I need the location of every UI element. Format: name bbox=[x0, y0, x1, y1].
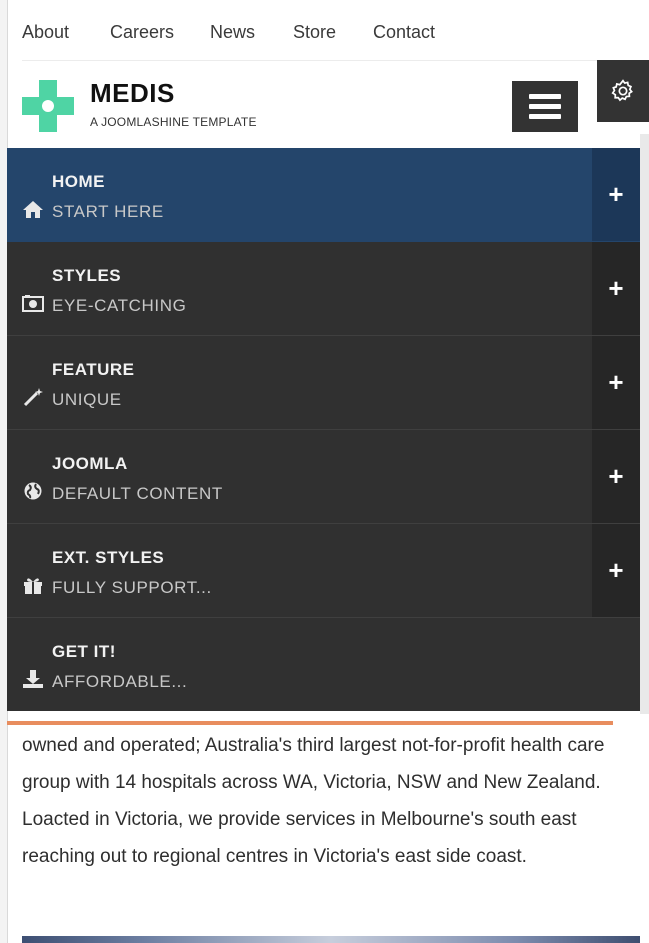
menu-item-get-it[interactable]: GET IT! AFFORDABLE... bbox=[7, 618, 640, 711]
expand-button[interactable]: + bbox=[592, 336, 640, 429]
top-navigation: About Careers News Store Contact bbox=[22, 0, 627, 61]
medical-cross-logo-icon bbox=[22, 80, 74, 132]
brand-name: MEDIS bbox=[90, 78, 175, 108]
banner-image bbox=[22, 936, 640, 943]
menu-item-home[interactable]: HOME START HERE + bbox=[7, 148, 640, 242]
menu-item-title: GET IT! bbox=[52, 642, 116, 661]
brand-tagline: A JOOMLASHINE TEMPLATE bbox=[90, 115, 257, 129]
expand-button[interactable]: + bbox=[592, 148, 640, 241]
nav-link-careers[interactable]: Careers bbox=[110, 22, 174, 43]
menu-item-ext-styles[interactable]: EXT. STYLES FULLY SUPPORT... + bbox=[7, 524, 640, 618]
menu-toggle-button[interactable] bbox=[512, 81, 578, 132]
menu-item-subtitle: DEFAULT CONTENT bbox=[52, 484, 223, 503]
menu-item-title: FEATURE bbox=[52, 360, 135, 379]
menu-item-subtitle: EYE-CATCHING bbox=[52, 296, 187, 315]
menu-item-subtitle: FULLY SUPPORT... bbox=[52, 578, 212, 597]
gear-icon bbox=[611, 79, 633, 102]
hamburger-icon bbox=[529, 94, 561, 99]
nav-link-store[interactable]: Store bbox=[293, 22, 336, 43]
expand-button[interactable]: + bbox=[592, 430, 640, 523]
globe-icon bbox=[24, 482, 42, 500]
home-icon bbox=[23, 201, 43, 218]
menu-item-subtitle: AFFORDABLE... bbox=[52, 672, 188, 691]
nav-link-news[interactable]: News bbox=[210, 22, 255, 43]
mobile-menu: HOME START HERE + STYLES EYE-CATCHING + … bbox=[7, 148, 640, 711]
menu-item-styles[interactable]: STYLES EYE-CATCHING + bbox=[7, 242, 640, 336]
menu-item-subtitle: START HERE bbox=[52, 202, 164, 221]
body-paragraph: owned and operated; Australia's third la… bbox=[22, 735, 605, 867]
menu-item-title: EXT. STYLES bbox=[52, 548, 165, 567]
menu-item-title: HOME bbox=[52, 172, 105, 191]
menu-item-title: STYLES bbox=[52, 266, 122, 285]
menu-item-title: JOOMLA bbox=[52, 454, 128, 473]
logo[interactable] bbox=[22, 80, 74, 132]
accent-divider bbox=[7, 721, 613, 725]
expand-button[interactable]: + bbox=[592, 524, 640, 617]
menu-item-subtitle: UNIQUE bbox=[52, 390, 122, 409]
expand-button[interactable]: + bbox=[592, 242, 640, 335]
scrollbar[interactable] bbox=[640, 134, 649, 714]
download-icon bbox=[23, 670, 43, 688]
magic-wand-icon bbox=[23, 388, 43, 407]
menu-item-feature[interactable]: FEATURE UNIQUE + bbox=[7, 336, 640, 430]
gift-icon bbox=[24, 578, 42, 594]
camera-icon bbox=[22, 295, 44, 312]
settings-button[interactable] bbox=[597, 60, 649, 122]
menu-item-joomla[interactable]: JOOMLA DEFAULT CONTENT + bbox=[7, 430, 640, 524]
nav-link-contact[interactable]: Contact bbox=[373, 22, 435, 43]
nav-link-about[interactable]: About bbox=[22, 22, 69, 43]
